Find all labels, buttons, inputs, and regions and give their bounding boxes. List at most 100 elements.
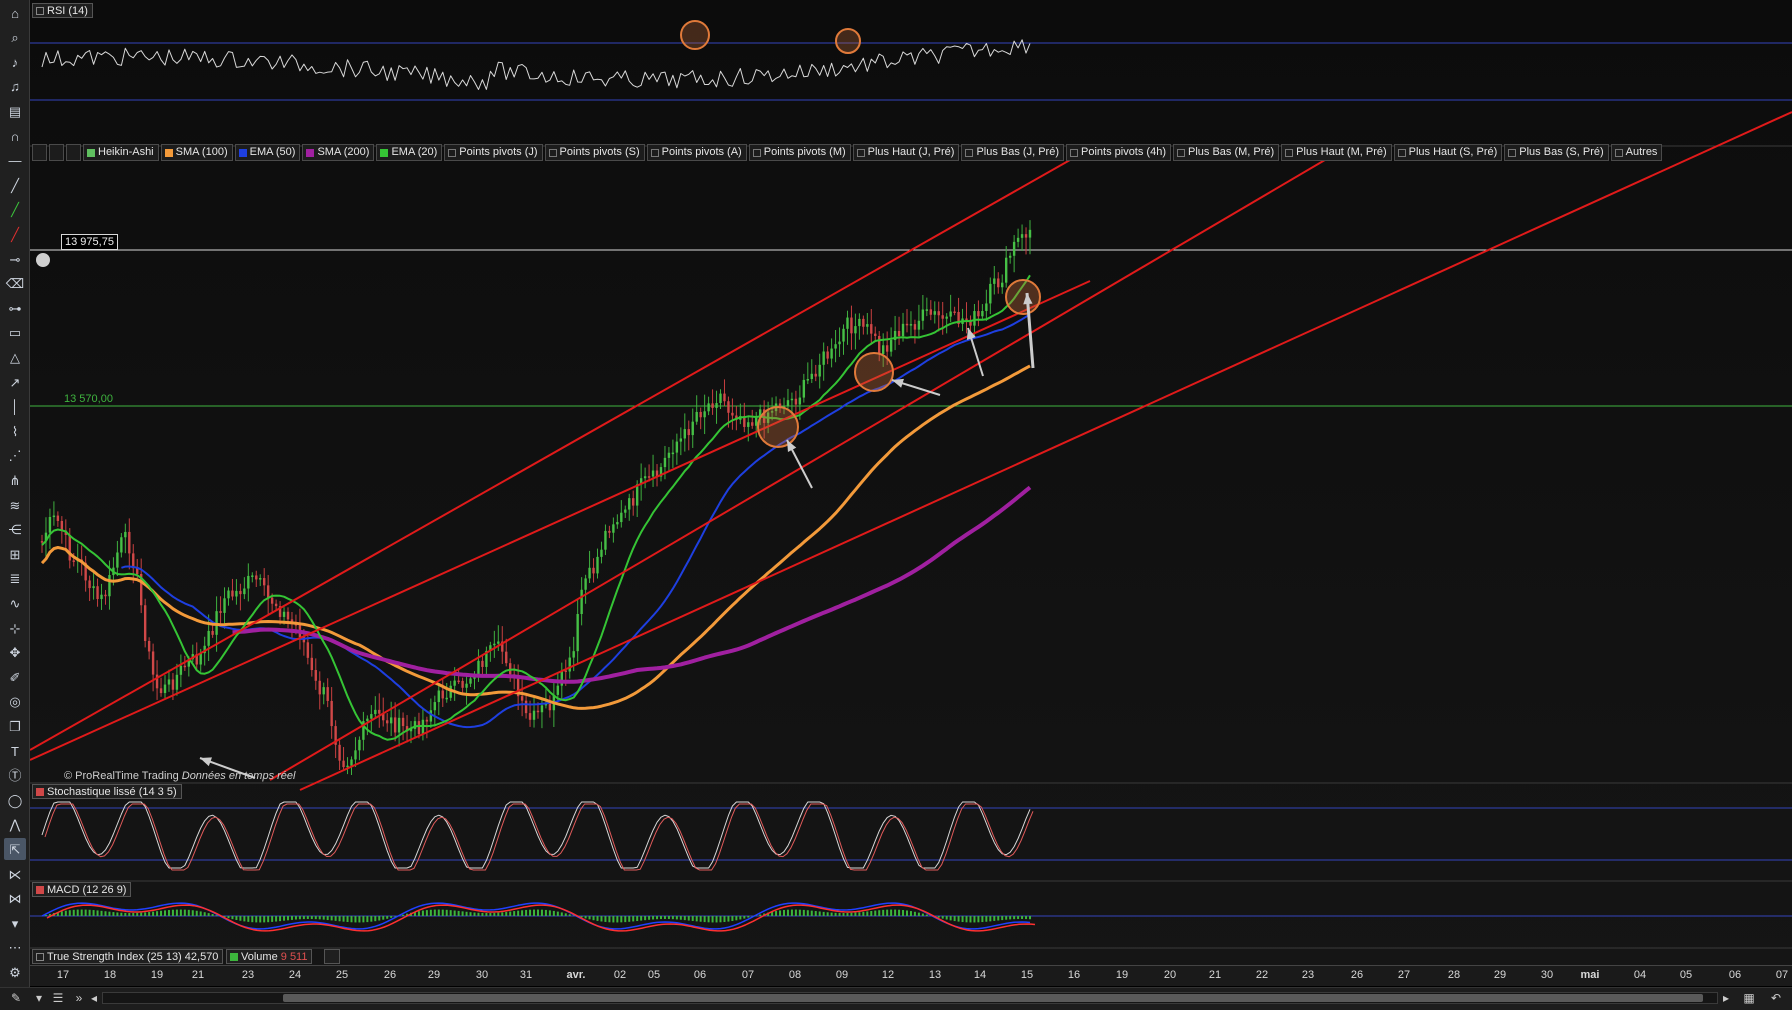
rectangle-icon[interactable]: ▭ (4, 322, 26, 344)
fibonacci-fan-icon[interactable]: ⋲ (4, 519, 26, 541)
alert-bell-icon[interactable]: ♪ (4, 51, 26, 73)
add-drawing-icon[interactable] (66, 144, 81, 161)
legend-item-plus-haut-s-pr[interactable]: Plus Haut (S, Pré) (1394, 144, 1503, 161)
triangle-icon[interactable]: △ (4, 346, 26, 368)
chart-area[interactable]: RSI (14) Heikin-AshiSMA (100)EMA (50)SMA… (30, 0, 1792, 969)
scroll-thumb[interactable] (283, 994, 1703, 1002)
scroll-left-icon[interactable]: ◂ (88, 990, 100, 1007)
move-icon[interactable]: ✥ (4, 642, 26, 664)
macd-hist-bar (291, 916, 293, 920)
reset-view-icon[interactable]: ↶ (1766, 990, 1786, 1007)
settings-icon[interactable]: ⚙ (4, 961, 26, 983)
legend-item-points-pivots-s[interactable]: Points pivots (S) (545, 144, 645, 161)
fibonacci-icon[interactable]: ≋ (4, 494, 26, 516)
zoom-icon[interactable]: ⌕ (4, 27, 26, 49)
trash-icon[interactable]: ⌫ (4, 273, 26, 295)
candle-body (580, 590, 582, 614)
legend-label: Autres (1626, 146, 1658, 158)
fibonacci-retracement-icon[interactable]: ≣ (4, 568, 26, 590)
macd-hist-bar (454, 911, 456, 916)
legend-item-sma-100[interactable]: SMA (100) (161, 144, 233, 161)
legend-item-plus-haut-j-pr[interactable]: Plus Haut (J, Pré) (853, 144, 960, 161)
legend-item-heikin-ashi[interactable]: Heikin-Ashi (83, 144, 159, 161)
horizontal-segment-icon[interactable]: ⊸ (4, 248, 26, 270)
crosshair-tools-icon[interactable]: ⊹ (4, 617, 26, 639)
restore-panels-icon[interactable] (324, 949, 340, 964)
x-tick-label: 04 (1634, 969, 1646, 981)
scroll-track[interactable] (102, 992, 1718, 1004)
trend-line-icon[interactable]: ╱ (4, 174, 26, 196)
vertical-line-icon[interactable]: │ (4, 396, 26, 418)
macd-hist-bar (680, 916, 682, 920)
resistance-price-label: 13 975,75 (61, 234, 118, 250)
fast-forward-icon[interactable]: » (72, 990, 86, 1007)
legend-item-sma-200[interactable]: SMA (200) (302, 144, 374, 161)
macd-hist-bar (692, 916, 694, 921)
red-line-icon[interactable]: ╱ (4, 223, 26, 245)
ruler-icon[interactable]: ▤ (4, 100, 26, 122)
rsi-panel-label[interactable]: RSI (14) (32, 3, 93, 18)
arrow-icon[interactable]: ↗ (4, 371, 26, 393)
copy-icon[interactable]: ❐ (4, 715, 26, 737)
chart-scrollbar[interactable]: ✎ ▾ ☰ » ◂ ▸ ▦ ↶ (0, 987, 1792, 1010)
legend-item-points-pivots-a[interactable]: Points pivots (A) (647, 144, 747, 161)
fibonacci-arc-icon[interactable]: ◎ (4, 691, 26, 713)
stochastic-panel-label[interactable]: Stochastique lissé (14 3 5) (32, 784, 182, 799)
volume-panel-label[interactable]: Volume 9 511 (226, 949, 312, 964)
macd-hist-bar (208, 913, 210, 916)
scroll-right-icon[interactable]: ▸ (1720, 990, 1732, 1007)
text-cursor-icon[interactable]: Ⓣ (4, 765, 26, 787)
ellipse-icon[interactable]: ◯ (4, 789, 26, 811)
legend-item-points-pivots-m[interactable]: Points pivots (M) (749, 144, 851, 161)
macd-hist-bar (819, 911, 821, 916)
draw-mode-icon[interactable]: ✎ (2, 990, 30, 1007)
legend-item-plus-bas-m-pr[interactable]: Plus Bas (M, Pré) (1173, 144, 1279, 161)
channel-icon[interactable]: ⋰ (4, 445, 26, 467)
app-menu-icon[interactable]: ⌂ (4, 2, 26, 24)
macd-hist-bar (569, 914, 571, 916)
text-icon[interactable]: T (4, 740, 26, 762)
brush-icon[interactable]: ✐ (4, 666, 26, 688)
candle-body (807, 379, 809, 381)
candle-body (227, 591, 229, 599)
alert-bell-add-icon[interactable]: ♫ (4, 76, 26, 98)
add-indicator-icon[interactable] (49, 144, 64, 161)
wedge-icon[interactable]: ⋉ (4, 863, 26, 885)
legend-item-plus-bas-j-pr[interactable]: Plus Bas (J, Pré) (961, 144, 1064, 161)
dropdown-arrow-icon[interactable]: ▾ (34, 990, 44, 1007)
tsi-panel-label[interactable]: True Strength Index (25 13) 42,570 (32, 949, 223, 964)
pitchfork-icon[interactable]: ⋔ (4, 469, 26, 491)
time-axis[interactable]: 1718192123242526293031avr.02050607080912… (30, 965, 1792, 986)
legend-item-autres[interactable]: Autres (1611, 144, 1663, 161)
zigzag-icon[interactable]: ⋈ (4, 888, 26, 910)
legend-item-points-pivots-j[interactable]: Points pivots (J) (444, 144, 542, 161)
magnet-icon[interactable]: ∩ (4, 125, 26, 147)
macd-hist-bar (839, 913, 841, 916)
polyline-icon[interactable]: ⌇ (4, 420, 26, 442)
candle-body (711, 403, 713, 408)
gann-icon[interactable]: ⊞ (4, 543, 26, 565)
macd-hist-bar (164, 910, 166, 916)
instrument-clock-icon[interactable] (36, 253, 50, 267)
wave-icon[interactable]: ∿ (4, 592, 26, 614)
legend-item-ema-50[interactable]: EMA (50) (235, 144, 301, 161)
segment-icon[interactable]: ⊶ (4, 297, 26, 319)
legend-item-ema-20[interactable]: EMA (20) (376, 144, 442, 161)
list-menu-icon[interactable]: ☰ (50, 990, 66, 1007)
macd-panel-label[interactable]: MACD (12 26 9) (32, 882, 131, 897)
candle-body (628, 498, 630, 509)
collapse-icon[interactable]: ▾ (4, 912, 26, 934)
alert-icon[interactable] (32, 144, 47, 161)
macd-hist-bar (835, 913, 837, 916)
more-icon[interactable]: ⋯ (4, 937, 26, 959)
x-tick-label: 27 (1398, 969, 1410, 981)
horizontal-line-icon[interactable]: — (4, 150, 26, 172)
cursor-icon[interactable]: ⇱ (4, 838, 26, 860)
legend-item-plus-bas-s-pr[interactable]: Plus Bas (S, Pré) (1504, 144, 1608, 161)
elliott-icon[interactable]: ⋀ (4, 814, 26, 836)
calendar-icon[interactable]: ▦ (1738, 990, 1760, 1007)
legend-item-points-pivots-4h[interactable]: Points pivots (4h) (1066, 144, 1171, 161)
legend-item-plus-haut-m-pr[interactable]: Plus Haut (M, Pré) (1281, 144, 1391, 161)
green-line-icon[interactable]: ╱ (4, 199, 26, 221)
candle-body (870, 324, 872, 334)
